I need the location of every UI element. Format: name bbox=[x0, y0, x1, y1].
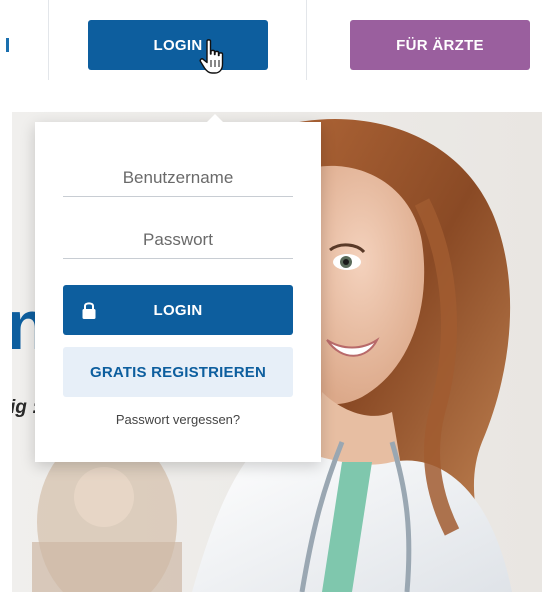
nav-divider bbox=[48, 0, 49, 80]
nav-edge-fragment bbox=[6, 38, 9, 52]
hand-pointer-icon bbox=[199, 39, 224, 74]
nav-divider bbox=[306, 0, 307, 80]
login-submit-button[interactable]: LOGIN bbox=[63, 285, 293, 335]
for-doctors-button[interactable]: FÜR ÄRZTE bbox=[350, 20, 530, 70]
login-submit-label: LOGIN bbox=[153, 301, 203, 319]
register-free-button[interactable]: GRATIS REGISTRIEREN bbox=[63, 347, 293, 397]
lock-icon bbox=[82, 302, 96, 319]
password-input[interactable] bbox=[63, 222, 293, 259]
top-navigation: LOGIN FÜR ÄRZTE bbox=[0, 0, 542, 96]
top-login-button[interactable]: LOGIN bbox=[88, 20, 268, 70]
dropdown-arrow bbox=[207, 114, 223, 122]
forgot-password-link[interactable]: Passwort vergessen? bbox=[63, 412, 293, 427]
username-input[interactable] bbox=[63, 160, 293, 197]
login-dropdown: LOGIN GRATIS REGISTRIEREN Passwort verge… bbox=[35, 114, 321, 462]
